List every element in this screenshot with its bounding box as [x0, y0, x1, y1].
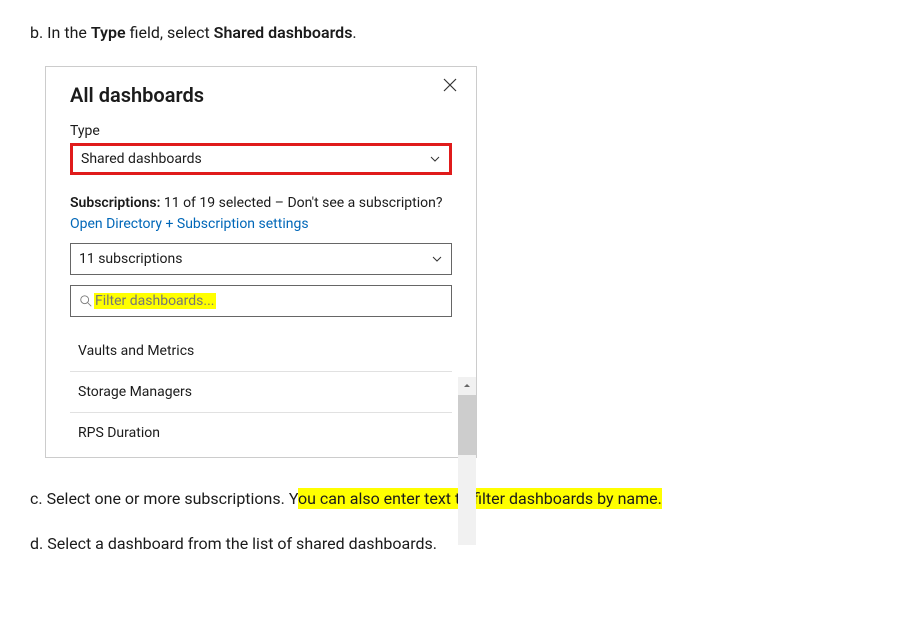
subscriptions-text: Subscriptions: 11 of 19 selected – Don't… — [70, 193, 452, 235]
dialog-header: All dashboards — [46, 67, 476, 115]
filter-placeholder: Filter dashboards... — [94, 293, 216, 309]
close-button[interactable] — [440, 75, 460, 99]
chevron-down-icon — [431, 253, 443, 265]
all-dashboards-dialog: All dashboards Type Shared dashboards Su… — [45, 66, 477, 458]
dialog-body: Type Shared dashboards Subscriptions: 11… — [46, 115, 476, 457]
step-b-instruction: b. In the Type field, select Shared dash… — [30, 20, 890, 46]
dialog-screenshot: All dashboards Type Shared dashboards Su… — [45, 66, 890, 458]
filter-dashboards-input[interactable]: Filter dashboards... — [70, 285, 452, 317]
step-b-post: . — [352, 23, 356, 42]
step-b-letter: b. — [30, 23, 43, 42]
dashboard-item[interactable]: RPS Duration — [70, 413, 452, 457]
step-c-letter: c. — [30, 489, 43, 508]
chevron-down-icon — [429, 153, 441, 165]
subscriptions-mid: – Don't see a subscription? — [271, 195, 442, 211]
dialog-title: All dashboards — [70, 83, 204, 107]
step-b-pre: In the — [47, 23, 91, 42]
subscriptions-dropdown-value: 11 subscriptions — [79, 251, 183, 267]
dashboard-list: Vaults and Metrics Storage Managers RPS … — [70, 331, 452, 457]
subscriptions-bold: Subscriptions: — [70, 195, 160, 211]
scrollbar[interactable] — [458, 377, 476, 545]
step-b-shared-bold: Shared dashboards — [214, 23, 353, 42]
step-b-type-bold: Type — [91, 23, 126, 42]
dashboard-item[interactable]: Vaults and Metrics — [70, 331, 452, 372]
subscriptions-count: 11 of 19 selected — [160, 195, 271, 211]
type-field-label: Type — [70, 123, 452, 139]
step-c-text-plain: Select one or more subscriptions. Y — [47, 489, 298, 508]
scrollbar-thumb[interactable] — [458, 395, 476, 455]
step-b-mid: field, select — [126, 23, 214, 42]
step-d-text: Select a dashboard from the list of shar… — [47, 534, 437, 553]
close-icon — [442, 77, 458, 98]
scrollbar-up-button[interactable] — [458, 377, 476, 395]
search-icon — [79, 294, 93, 308]
step-d-letter: d. — [30, 534, 43, 553]
step-c-text-highlight: ou can also enter text to filter dashboa… — [298, 488, 662, 509]
subscriptions-dropdown[interactable]: 11 subscriptions — [70, 243, 452, 275]
type-dropdown-value: Shared dashboards — [81, 151, 202, 167]
dashboard-item[interactable]: Storage Managers — [70, 372, 452, 413]
open-directory-link[interactable]: Open Directory + Subscription settings — [70, 216, 309, 232]
type-dropdown[interactable]: Shared dashboards — [70, 143, 452, 175]
